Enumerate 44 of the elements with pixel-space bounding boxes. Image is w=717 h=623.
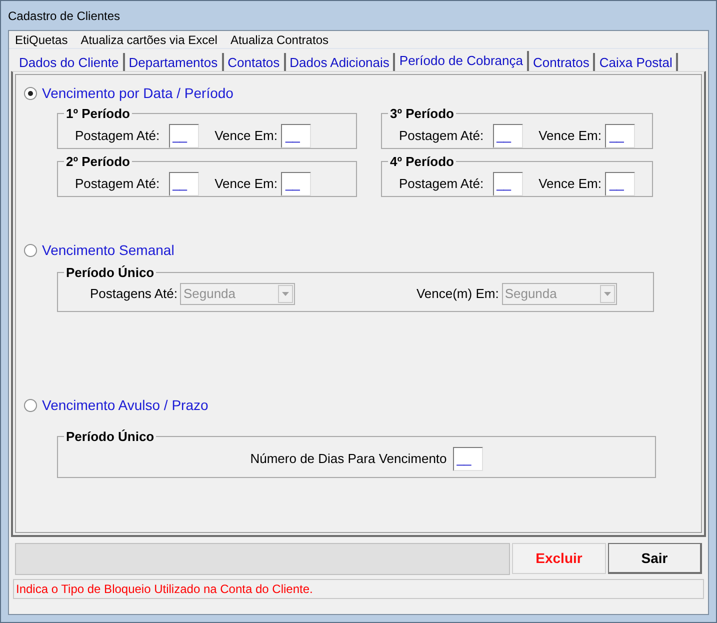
input-field[interactable]: __ xyxy=(168,124,199,148)
radio-label: Vencimento Avulso / Prazo xyxy=(42,396,208,414)
input-field[interactable]: __ xyxy=(281,124,312,148)
field-label: Postagem Até: xyxy=(75,126,160,145)
group-title: Período Único xyxy=(65,264,156,282)
tab[interactable]: Contratos xyxy=(529,53,596,71)
field-label: Vence Em: xyxy=(538,126,602,145)
input-field[interactable]: __ xyxy=(605,172,636,196)
exit-button[interactable]: Sair xyxy=(608,543,702,574)
field-label: Vence Em: xyxy=(214,126,278,145)
radio-label: Vencimento por Data / Período xyxy=(42,84,234,103)
input-field[interactable]: __ xyxy=(281,172,312,196)
input-field[interactable]: __ xyxy=(452,446,483,470)
menu-item[interactable]: Atualiza Contratos xyxy=(230,30,328,48)
field-label: Postagem Até: xyxy=(399,174,484,193)
group-title: 2º Período xyxy=(65,153,131,171)
radio-button[interactable] xyxy=(24,244,37,256)
radio-label: Vencimento Semanal xyxy=(42,240,174,260)
input-field[interactable]: __ xyxy=(168,172,199,196)
field-label: Postagem Até: xyxy=(399,126,484,145)
status-text: Indica o Tipo de Bloqueio Utilizado na Conta do Cliente. xyxy=(16,581,313,598)
input-field[interactable]: __ xyxy=(605,124,636,148)
field-label: Vence Em: xyxy=(214,174,278,193)
tab[interactable]: Departamentos xyxy=(124,53,224,71)
menu-item[interactable]: EtiQuetas xyxy=(15,30,68,48)
group-title: 1º Período xyxy=(65,105,131,123)
field-label: Vence(m) Em: xyxy=(416,284,499,303)
delete-button[interactable]: Excluir xyxy=(512,543,606,574)
radio-button[interactable] xyxy=(24,398,37,412)
tab[interactable]: Contatos xyxy=(224,53,286,71)
field-label: Vence Em: xyxy=(538,174,602,193)
radio-button[interactable] xyxy=(24,86,37,100)
group-title: 3º Período xyxy=(389,105,455,123)
tab[interactable]: Dados do Cliente xyxy=(15,53,125,71)
group-title: 4º Período xyxy=(389,153,455,171)
group-title: Período Único xyxy=(65,428,156,446)
input-field[interactable]: __ xyxy=(492,172,523,196)
menu-item[interactable]: Atualiza cartões via Excel xyxy=(80,30,218,48)
input-field[interactable]: __ xyxy=(492,124,523,148)
field-label: Postagens Até: xyxy=(90,284,178,303)
tab[interactable]: Caixa Postal xyxy=(595,53,678,71)
field-label: Número de Dias Para Vencimento xyxy=(250,450,447,468)
window-title: Cadastro de Clientes xyxy=(8,8,120,24)
field-label: Postagem Até: xyxy=(75,174,160,193)
